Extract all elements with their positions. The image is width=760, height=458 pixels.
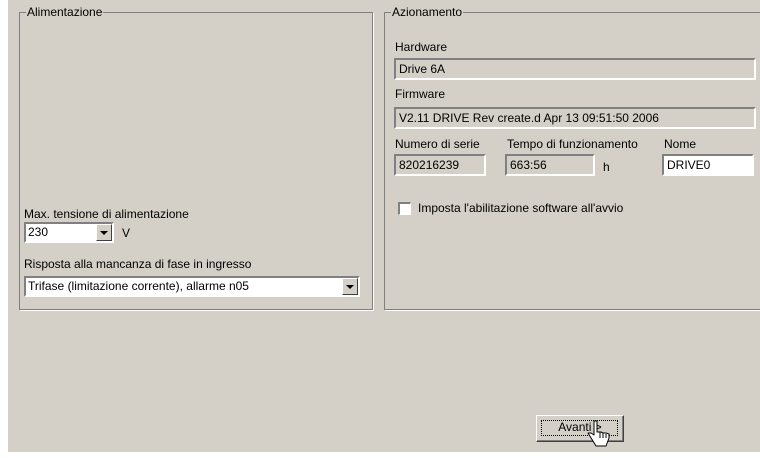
alimentazione-group: Alimentazione Max. tensione di alimentaz…: [19, 5, 373, 310]
max-voltage-unit: V: [122, 226, 131, 240]
max-voltage-value: 230: [28, 225, 49, 239]
phase-loss-label: Risposta alla mancanza di fase in ingres…: [24, 257, 252, 271]
name-input[interactable]: DRIVE0: [662, 154, 754, 176]
runtime-label: Tempo di funzionamento: [507, 137, 638, 151]
runtime-field: 663:56: [505, 154, 595, 176]
alimentazione-legend: Alimentazione: [26, 5, 104, 19]
max-voltage-label: Max. tensione di alimentazione: [24, 207, 189, 221]
chevron-down-icon[interactable]: [96, 224, 112, 241]
enable-label: Imposta l'abilitazione software all'avvi…: [418, 201, 624, 215]
name-label: Nome: [664, 137, 697, 151]
firmware-label: Firmware: [395, 87, 445, 101]
azionamento-legend: Azionamento: [391, 5, 464, 19]
firmware-field: V2.11 DRIVE Rev create.d Apr 13 09:51:50…: [394, 107, 756, 129]
wizard-panel: Alimentazione Max. tensione di alimentaz…: [8, 0, 760, 452]
phase-loss-value: Trifase (limitazione corrente), allarme …: [28, 279, 249, 293]
mouse-pointer-icon: [587, 420, 610, 447]
chevron-down-icon[interactable]: [342, 278, 358, 295]
hardware-field: Drive 6A: [394, 58, 756, 80]
runtime-unit: h: [603, 160, 610, 174]
serial-label: Numero di serie: [395, 137, 480, 151]
phase-loss-select[interactable]: Trifase (limitazione corrente), allarme …: [24, 276, 360, 297]
enable-checkbox[interactable]: [398, 202, 411, 215]
hardware-label: Hardware: [395, 40, 448, 54]
azionamento-group: Azionamento Hardware Drive 6A Firmware V…: [384, 5, 760, 310]
serial-field: 820216239: [394, 154, 486, 176]
max-voltage-select[interactable]: 230: [24, 222, 114, 243]
